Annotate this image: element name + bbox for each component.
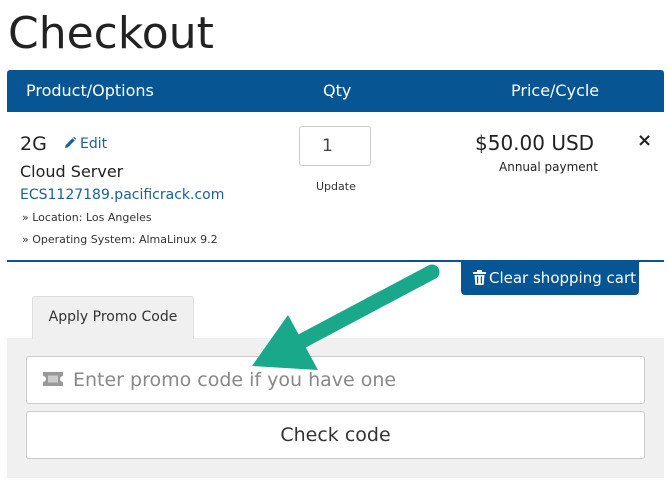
edit-label: Edit — [80, 136, 108, 152]
product-name: 2G — [20, 133, 47, 155]
product-group: Cloud Server — [20, 162, 124, 181]
edit-product-link[interactable]: Edit — [63, 136, 107, 152]
column-header-price: Price/Cycle — [511, 81, 600, 100]
tab-apply-promo-code[interactable]: Apply Promo Code — [32, 296, 194, 339]
update-qty-link[interactable]: Update — [316, 180, 356, 193]
promo-placeholder: Enter promo code if you have one — [73, 369, 397, 391]
clear-cart-label: Clear shopping cart — [489, 269, 636, 287]
trash-icon — [473, 270, 486, 285]
column-header-qty: Qty — [323, 81, 352, 100]
product-option-location: » Location: Los Angeles — [22, 211, 152, 224]
page-title: Checkout — [8, 8, 214, 59]
cart-item-row: 2G Edit Cloud Server ECS1127189.pacificr… — [7, 112, 664, 262]
close-icon[interactable]: × — [637, 130, 652, 151]
promo-code-input[interactable]: Enter promo code if you have one — [26, 356, 645, 404]
cart-table-header: Product/Options Qty Price/Cycle — [7, 70, 664, 112]
pencil-icon — [65, 136, 77, 148]
item-price: $50.00 USD — [475, 131, 595, 155]
billing-cycle: Annual payment — [499, 160, 598, 174]
product-domain: ECS1127189.pacificrack.com — [20, 187, 225, 203]
quantity-input[interactable] — [299, 126, 371, 166]
check-code-button[interactable]: Check code — [26, 411, 645, 459]
product-option-os: » Operating System: AlmaLinux 9.2 — [22, 233, 218, 246]
ticket-icon — [43, 372, 63, 386]
column-header-product: Product/Options — [26, 81, 154, 100]
clear-cart-button[interactable]: Clear shopping cart — [461, 262, 639, 295]
